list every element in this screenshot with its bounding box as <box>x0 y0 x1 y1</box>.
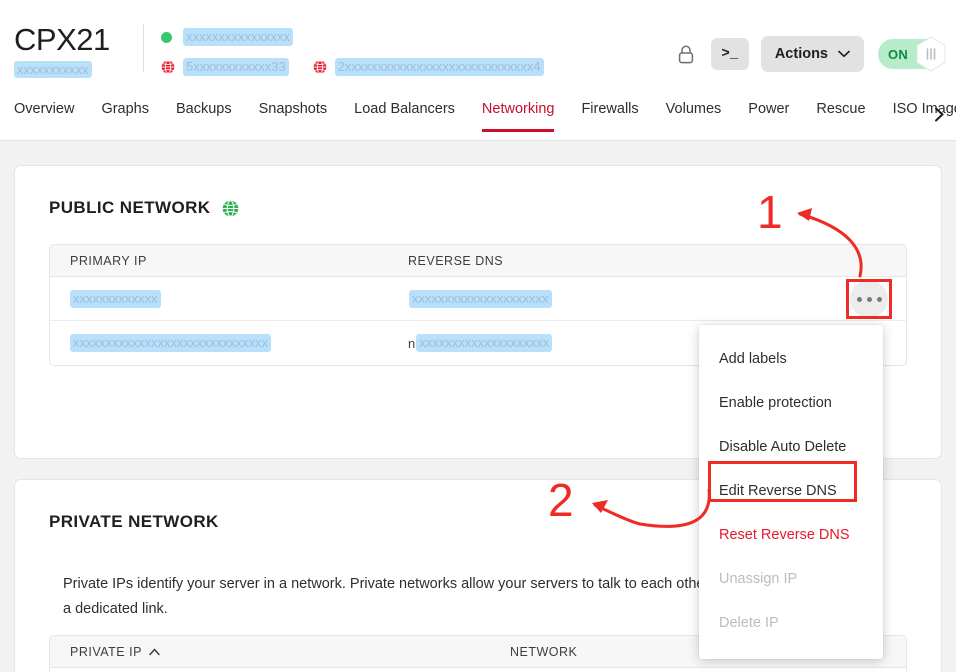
tab-power[interactable]: Power <box>748 100 789 132</box>
column-primary-ip: PRIMARY IP <box>70 253 147 268</box>
console-button[interactable]: >_ <box>710 38 749 70</box>
globe-icon <box>313 60 327 74</box>
column-reverse-dns: REVERSE DNS <box>408 253 504 268</box>
tab-graphs[interactable]: Graphs <box>101 100 149 132</box>
cell-reverse-dns: xxxxxxxxxxxxxxxxxxxxx <box>388 289 906 308</box>
ip-context-menu: Add labels Enable protection Disable Aut… <box>699 325 883 659</box>
tab-load-balancers[interactable]: Load Balancers <box>354 100 455 132</box>
primary-ip-redacted: xxxxxxxxxxxxx <box>70 289 161 308</box>
reverse-dns-redacted: xxxxxxxxxxxxxxxxxxxx <box>416 334 553 352</box>
ipv6-redacted: 2xxxxxxxxxxxxxxxxxxxxxxxxxxxxx4 <box>334 58 544 76</box>
lock-button[interactable] <box>675 41 697 67</box>
tab-networking[interactable]: Networking <box>481 100 554 132</box>
table-header-row: PRIMARY IP REVERSE DNS <box>50 245 906 277</box>
actions-label: Actions <box>774 46 828 62</box>
sort-asc-icon <box>149 647 160 655</box>
column-private-ip[interactable]: PRIVATE IP <box>50 645 490 659</box>
menu-item-delete-ip: Delete IP <box>719 615 779 631</box>
status-dot-icon <box>161 31 172 43</box>
globe-icon <box>223 199 239 217</box>
menu-item-reset-reverse-dns[interactable]: Reset Reverse DNS <box>699 513 883 557</box>
tab-overview[interactable]: Overview <box>14 100 74 132</box>
power-toggle[interactable]: ON <box>878 36 946 72</box>
column-private-ip-label: PRIVATE IP <box>70 644 142 659</box>
primary-ip-redacted: xxxxxxxxxxxxxxxxxxxxxxxxxxxxxx <box>70 334 271 352</box>
tab-scroll-right-button[interactable] <box>926 101 952 127</box>
annotation-step-2: 2 <box>548 474 574 526</box>
reverse-dns-redacted: xxxxxxxxxxxxxxxxxxxxx <box>409 289 552 308</box>
globe-icon <box>161 60 175 74</box>
reverse-dns-prefix: n <box>408 335 416 351</box>
menu-item-unassign-ip: Unassign IP <box>719 571 798 587</box>
page-root: CPX21 xxxxxxxxxxx xxxxxxxxxxxxxxxx 5xxxx… <box>0 0 956 672</box>
menu-item-edit-reverse-dns[interactable]: Edit Reverse DNS <box>699 469 883 513</box>
cell-primary-ip: xxxxxxxxxxxxxxxxxxxxxxxxxxxxxx <box>50 334 388 352</box>
page-title: CPX21 <box>14 22 110 57</box>
tab-bar: Overview Graphs Backups Snapshots Load B… <box>0 100 956 141</box>
annotation-step-1: 1 <box>757 186 783 238</box>
table-row[interactable] <box>50 668 906 672</box>
hexagon-grip-icon <box>916 36 946 72</box>
server-ip-row: 5xxxxxxxxxxxx33 2xxxxxxxxxxxxxxxxxxxxxxx… <box>161 56 544 78</box>
tab-rescue[interactable]: Rescue <box>816 100 865 132</box>
power-state-label: ON <box>888 46 909 62</box>
private-network-description: Private IPs identify your server in a ne… <box>63 576 742 617</box>
row-kebab-button[interactable] <box>850 280 888 318</box>
tab-volumes[interactable]: Volumes <box>666 100 722 132</box>
server-subtitle-redacted: xxxxxxxxxxx <box>14 61 92 78</box>
private-network-title: PRIVATE NETWORK <box>49 512 219 531</box>
tab-firewalls[interactable]: Firewalls <box>581 100 638 132</box>
chevron-down-icon <box>838 50 850 58</box>
ipv4-group: 5xxxxxxxxxxxx33 <box>161 58 289 76</box>
chevron-right-icon <box>934 107 944 121</box>
menu-item-enable-protection[interactable]: Enable protection <box>699 381 883 425</box>
menu-item-add-labels[interactable]: Add labels <box>699 337 883 381</box>
tab-backups[interactable]: Backups <box>176 100 232 132</box>
server-title-block: CPX21 xxxxxxxxxxx <box>14 22 144 78</box>
header-divider <box>143 24 144 72</box>
kebab-menu-icon <box>866 296 872 302</box>
public-network-title: PUBLIC NETWORK <box>49 198 211 217</box>
table-row[interactable]: xxxxxxxxxxxxx xxxxxxxxxxxxxxxxxxxxx <box>50 277 906 321</box>
ipv4-redacted: 5xxxxxxxxxxxx33 <box>183 58 289 76</box>
server-meta: xxxxxxxxxxxxxxxx 5xxxxxxxxxxxx33 2xxxxxx… <box>161 26 544 78</box>
kebab-menu-icon <box>876 296 882 302</box>
menu-item-disable-auto-delete[interactable]: Disable Auto Delete <box>699 425 883 469</box>
kebab-menu-icon <box>856 296 862 302</box>
public-network-heading: PUBLIC NETWORK <box>49 198 239 218</box>
private-network-heading: PRIVATE NETWORK <box>49 512 219 532</box>
cell-primary-ip: xxxxxxxxxxxxx <box>50 289 388 308</box>
lock-icon <box>678 45 693 63</box>
server-name-redacted: xxxxxxxxxxxxxxxx <box>183 28 293 46</box>
tab-snapshots[interactable]: Snapshots <box>259 100 328 132</box>
ipv6-group: 2xxxxxxxxxxxxxxxxxxxxxxxxxxxxx4 <box>313 58 544 76</box>
header-actions: >_ Actions ON <box>675 36 946 72</box>
actions-button[interactable]: Actions <box>760 36 864 72</box>
console-label: >_ <box>721 46 739 62</box>
server-status-row: xxxxxxxxxxxxxxxx <box>161 26 544 48</box>
toggle-knob <box>912 35 950 73</box>
